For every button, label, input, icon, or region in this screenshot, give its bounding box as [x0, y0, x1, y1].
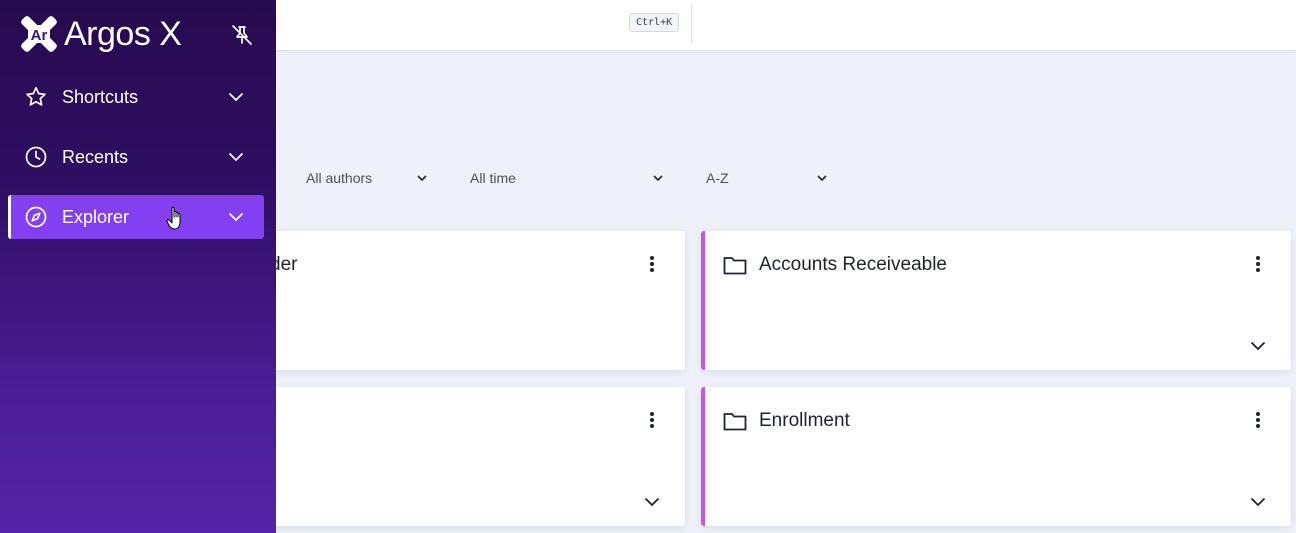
compass-icon: [25, 206, 47, 228]
chevron-down-icon[interactable]: [644, 497, 660, 507]
folder-icon: [723, 257, 747, 275]
chevron-down-icon: [653, 175, 663, 182]
chevron-down-icon: [228, 152, 244, 162]
more-vertical-icon[interactable]: [1255, 411, 1261, 429]
folder-card-title: Enrollment: [723, 410, 850, 432]
sidebar-item-recents[interactable]: Recents: [8, 135, 264, 179]
more-vertical-icon[interactable]: [1255, 255, 1261, 273]
authors-filter-value: All authors: [306, 170, 373, 186]
sidebar-item-shortcuts[interactable]: Shortcuts: [8, 75, 264, 119]
argos-logo-icon: Ar: [21, 16, 57, 52]
chevron-down-icon: [228, 212, 244, 222]
time-filter-value: All time: [470, 170, 516, 186]
authors-filter[interactable]: All authors: [306, 166, 430, 190]
more-vertical-icon[interactable]: [649, 411, 655, 429]
chevron-down-icon[interactable]: [1250, 341, 1266, 351]
more-vertical-icon[interactable]: [649, 255, 655, 273]
chevron-down-icon[interactable]: [1250, 497, 1266, 507]
unpin-icon[interactable]: [230, 23, 254, 47]
search-shortcut-hint: Ctrl+K: [629, 13, 680, 32]
time-filter[interactable]: All time: [470, 166, 666, 190]
sidebar-item-label: Shortcuts: [62, 86, 139, 107]
app-logo[interactable]: Ar Argos X: [20, 15, 182, 53]
sort-filter[interactable]: A-Z: [706, 166, 830, 190]
chevron-down-icon: [417, 175, 427, 182]
sidebar-item-label: Recents: [62, 146, 129, 167]
sidebar: Ar Argos X Shortcuts Recents Explorer: [0, 0, 276, 533]
folder-card-title: Accounts Receiveable: [723, 254, 947, 276]
app-name: Argos X: [64, 15, 182, 53]
hand-cursor-icon: [166, 206, 181, 230]
folder-icon: [723, 413, 747, 431]
chevron-down-icon: [228, 92, 244, 102]
star-icon: [26, 86, 46, 106]
sidebar-item-explorer[interactable]: Explorer: [8, 195, 264, 239]
folder-card[interactable]: Accounts Receiveable: [701, 231, 1291, 370]
svg-text:Ar: Ar: [31, 27, 48, 44]
clock-icon: [25, 146, 47, 168]
sidebar-item-label: Explorer: [62, 206, 130, 227]
folder-card[interactable]: Enrollment: [701, 387, 1291, 526]
topbar-divider: [691, 4, 692, 43]
chevron-down-icon: [817, 175, 827, 182]
sort-filter-value: A-Z: [706, 170, 729, 186]
